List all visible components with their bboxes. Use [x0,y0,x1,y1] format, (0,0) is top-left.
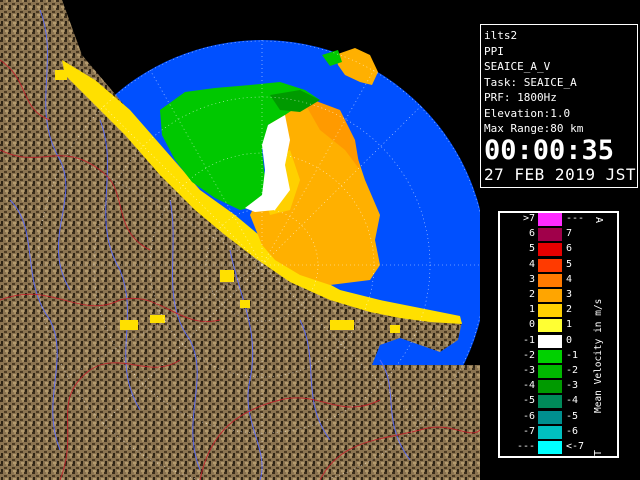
scale-label-left: 5 [528,243,535,255]
scale-label-right: 2 [566,304,573,316]
dataset-name: SEAICE_A_V [484,60,551,73]
scale-label-left: 6 [528,228,535,240]
scale-swatch [538,410,562,424]
scale-top-letter: A [593,217,604,223]
scale-label-left: -1 [522,334,535,346]
scale-swatch [538,319,562,333]
scale-swatch [538,425,562,439]
scale-swatch [538,304,562,318]
scale-swatch [538,334,562,348]
scale-label-right: -5 [566,410,579,422]
scale-label-right: 0 [566,334,573,346]
scale-label-left: 4 [528,258,535,270]
scale-label-left: -4 [522,380,535,392]
scale-label-right: 4 [566,273,573,285]
scale-label-right: -6 [566,425,579,437]
scale-swatch [538,365,562,378]
scale-label-left: --- [516,441,535,452]
scale-title: A Mean Velocity in m/s T [593,217,604,456]
scale-label-left: 1 [528,304,535,316]
scale-swatch [538,273,562,287]
scale-label-right: 7 [566,228,573,240]
scale-label-right: 1 [566,319,573,331]
scale-label-right: <-7 [566,441,585,452]
scale-label-left: -2 [522,349,535,361]
date-display: 27 FEB 2019 JST [484,164,636,184]
scale-label-right: -1 [566,349,579,361]
product-type: PPI [484,44,504,58]
radar-name: ilts2 [484,29,518,42]
scale-label-left: >7 [522,213,535,224]
scale-label-right: 5 [566,258,573,270]
scale-label-right: 6 [566,243,573,255]
scale-swatch [538,213,562,226]
elevation-value: Elevation:1.0 [484,106,571,120]
scale-label-left: -7 [522,425,535,437]
scale-label-left: 2 [528,289,535,300]
prf-value: PRF: 1800Hz [484,91,557,104]
scale-label-left: 0 [528,319,535,331]
scale-swatch [538,441,562,454]
scale-swatch [538,349,562,363]
land-area-bottom [300,365,480,480]
scale-title-text: Mean Velocity in m/s [593,299,604,413]
task-name: Task: SEAICE_A [484,75,577,89]
scale-label-right: -3 [566,380,579,392]
scale-label-left: -3 [522,365,535,376]
scale-swatch [538,289,562,302]
radar-ppi-map [0,0,480,480]
radar-info-panel: ilts2 PPI SEAICE_A_V Task: SEAICE_A PRF:… [480,24,638,188]
scale-label-right: --- [566,213,585,224]
scale-label-right: -2 [566,365,579,376]
scale-swatch [538,228,562,242]
time-display: 00:00:35 [484,134,615,166]
scale-swatch [538,395,562,409]
scale-label-right: -4 [566,395,579,407]
velocity-color-scale: >7 --- 6 7 5 6 4 5 3 4 2 3 1 2 0 1 -1 0 -2 -1 -3 -2 -4 -3 -5 -4 -6… [498,211,619,458]
scale-swatch [538,380,562,394]
scale-label-left: 3 [528,273,535,285]
scale-swatch [538,258,562,272]
scale-bottom-letter: T [593,450,604,456]
scale-label-left: -5 [522,395,535,407]
scale-label-right: 3 [566,289,573,300]
scale-label-left: -6 [522,410,535,422]
scale-swatch [538,243,562,257]
